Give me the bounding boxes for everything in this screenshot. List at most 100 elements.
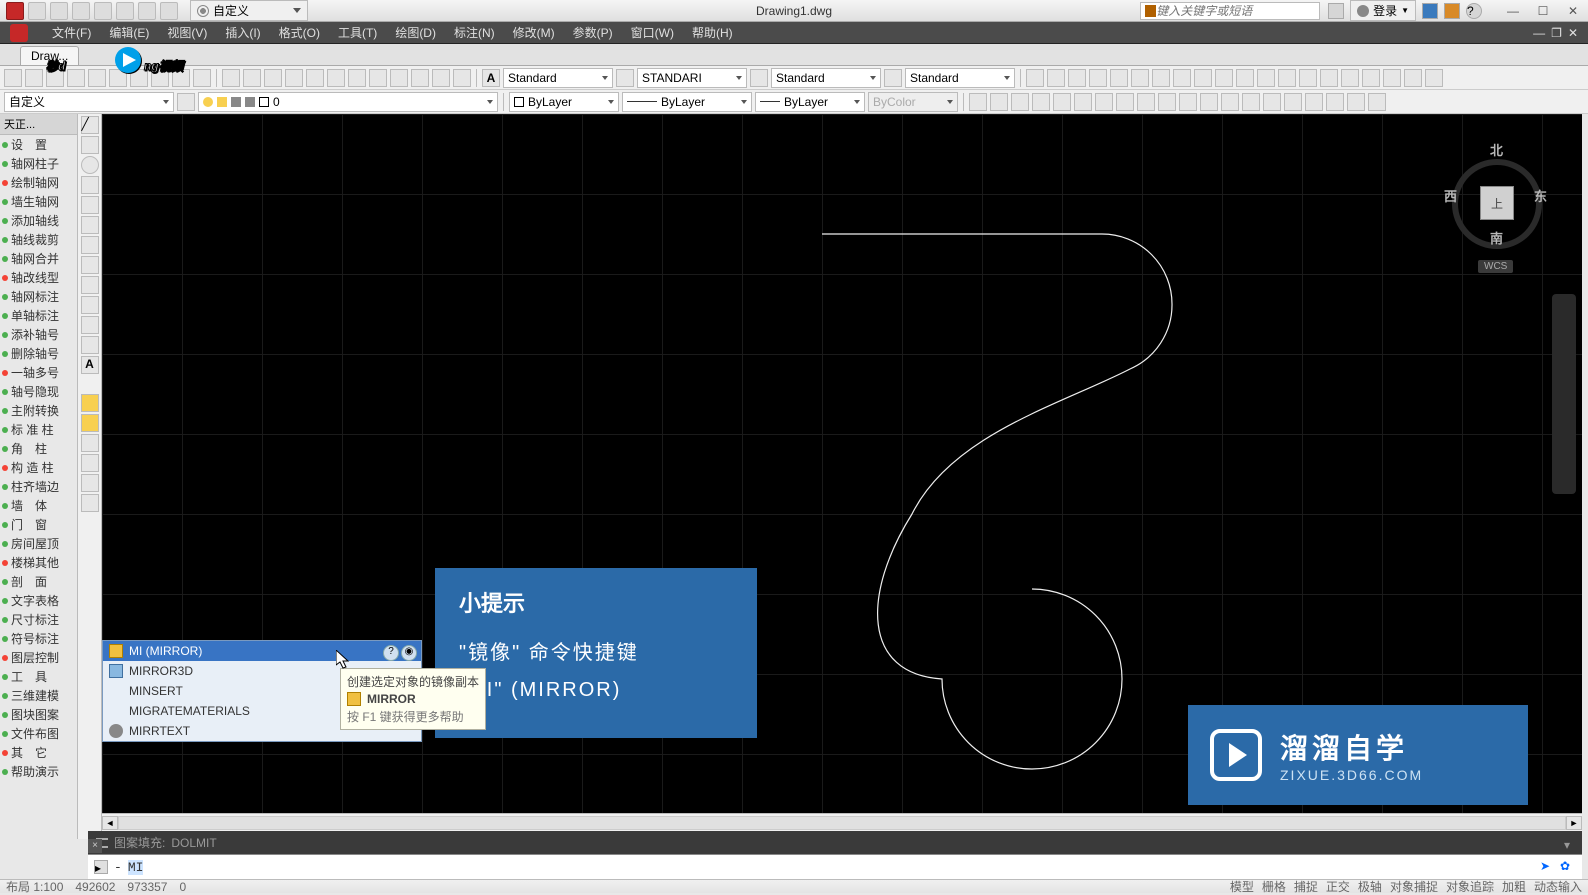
status-toggle[interactable]: 极轴 (1358, 878, 1382, 895)
tool-icon[interactable] (222, 69, 240, 87)
tool-icon[interactable] (172, 69, 190, 87)
point-tool[interactable] (81, 336, 99, 354)
infocenter-icon[interactable] (1328, 3, 1344, 19)
sidebar-item[interactable]: 墙 体 (0, 496, 77, 515)
minimize-button[interactable]: — (1498, 2, 1528, 20)
sidebar-item[interactable]: 构 造 柱 (0, 458, 77, 477)
sidebar-item[interactable]: 标 准 柱 (0, 420, 77, 439)
command-arrow-icon[interactable]: ➤ (1540, 859, 1556, 875)
drawing-tab[interactable]: Draw... (20, 46, 79, 65)
sidebar-item[interactable]: 添加轴线 (0, 211, 77, 230)
open-button[interactable] (50, 2, 68, 20)
dim-tool-icon[interactable] (1299, 69, 1317, 87)
table-tool[interactable] (81, 316, 99, 334)
help-search-box[interactable] (1140, 2, 1320, 20)
ellipse-tool[interactable] (81, 236, 99, 254)
dim-tool-icon[interactable] (1194, 69, 1212, 87)
status-toggle[interactable]: 对象追踪 (1446, 878, 1494, 895)
mod-tool-icon[interactable] (1368, 93, 1386, 111)
dim-style-dropdown[interactable]: STANDARI (637, 68, 747, 88)
dim-tool-icon[interactable] (1341, 69, 1359, 87)
dim-tool-icon[interactable] (1425, 69, 1443, 87)
sidebar-item[interactable]: 角 柱 (0, 439, 77, 458)
status-toggle[interactable]: 加粗 (1502, 878, 1526, 895)
tool-icon[interactable] (151, 69, 169, 87)
canvas-hscrollbar[interactable]: ◄ ► (102, 813, 1582, 831)
tool-icon[interactable] (88, 69, 106, 87)
mod-tool-icon[interactable] (1347, 93, 1365, 111)
sidebar-item[interactable]: 楼梯其他 (0, 553, 77, 572)
menu-edit[interactable]: 编辑(E) (109, 24, 149, 41)
sidebar-item[interactable]: 设 置 (0, 135, 77, 154)
mod-tool-icon[interactable] (1158, 93, 1176, 111)
tool-icon[interactable] (348, 69, 366, 87)
menu-parametric[interactable]: 参数(P) (573, 24, 613, 41)
scroll-right-button[interactable]: ► (1566, 816, 1582, 830)
arc-tool[interactable] (81, 176, 99, 194)
sidebar-item[interactable]: 门 窗 (0, 515, 77, 534)
scroll-left-button[interactable]: ◄ (102, 816, 118, 830)
ac-globe-icon[interactable]: ◉ (401, 645, 417, 661)
menu-insert[interactable]: 插入(I) (225, 24, 260, 41)
tool-icon[interactable] (67, 69, 85, 87)
dim-tool-icon[interactable] (1236, 69, 1254, 87)
table-style-dropdown[interactable]: Standard (771, 68, 881, 88)
status-toggle[interactable]: 捕捉 (1294, 878, 1318, 895)
dim-tool-icon[interactable] (1110, 69, 1128, 87)
tool-icon[interactable] (453, 69, 471, 87)
status-toggle[interactable]: 正交 (1326, 878, 1350, 895)
signin-button[interactable]: 登录 ▼ (1350, 0, 1416, 21)
tool-icon[interactable] (193, 69, 211, 87)
stayconnected-icon[interactable] (1444, 3, 1460, 19)
mleader-style-icon[interactable] (884, 69, 902, 87)
sidebar-item[interactable]: 绘制轴网 (0, 173, 77, 192)
tool-icon[interactable] (369, 69, 387, 87)
sidebar-item[interactable]: 添补轴号 (0, 325, 77, 344)
mod-tool-icon[interactable] (1074, 93, 1092, 111)
menu-file[interactable]: 文件(F) (52, 24, 91, 41)
doc-minimize[interactable]: — (1533, 26, 1545, 40)
tool-icon[interactable] (390, 69, 408, 87)
dim-tool-icon[interactable] (1131, 69, 1149, 87)
tool-icon[interactable] (46, 69, 64, 87)
sidebar-item[interactable]: 图层控制 (0, 648, 77, 667)
dim-style-icon[interactable] (616, 69, 634, 87)
dim-tool-icon[interactable] (1089, 69, 1107, 87)
mod-tool-icon[interactable] (969, 93, 987, 111)
sidebar-item[interactable]: 符号标注 (0, 629, 77, 648)
mod-tool-icon[interactable] (1053, 93, 1071, 111)
linetype-dropdown[interactable]: ByLayer (622, 92, 752, 112)
close-button[interactable]: ✕ (1558, 2, 1588, 20)
sidebar-item[interactable]: 工 具 (0, 667, 77, 686)
dim-tool-icon[interactable] (1152, 69, 1170, 87)
navigation-bar[interactable] (1552, 294, 1576, 494)
dim-tool-icon[interactable] (1026, 69, 1044, 87)
tool-icon[interactable] (411, 69, 429, 87)
autocomplete-item[interactable]: MI (MIRROR) (103, 641, 421, 661)
maximize-button[interactable]: ☐ (1528, 2, 1558, 20)
color-dropdown[interactable]: ByLayer (509, 92, 619, 112)
sidebar-item[interactable]: 一轴多号 (0, 363, 77, 382)
dim-tool-icon[interactable] (1278, 69, 1296, 87)
dim-tool-icon[interactable] (1362, 69, 1380, 87)
sidebar-item[interactable]: 单轴标注 (0, 306, 77, 325)
menu-tools[interactable]: 工具(T) (338, 24, 377, 41)
mod-tool-icon[interactable] (1263, 93, 1281, 111)
lightbulb-tool[interactable] (81, 394, 99, 412)
circle-tool[interactable] (81, 156, 99, 174)
sidebar-item[interactable]: 文字表格 (0, 591, 77, 610)
layer-dropdown[interactable]: 0 (198, 92, 498, 112)
menu-view[interactable]: 视图(V) (167, 24, 207, 41)
status-toggle[interactable]: 动态输入 (1534, 878, 1582, 895)
doc-close[interactable]: ✕ (1568, 26, 1578, 40)
tool-icon[interactable] (130, 69, 148, 87)
workspace-dd2[interactable]: 自定义 (4, 92, 174, 112)
pline-tool[interactable] (81, 136, 99, 154)
dim-tool-icon[interactable] (1173, 69, 1191, 87)
command-input-row[interactable]: ▸ - MI ➤ ✿ (88, 854, 1582, 879)
sidebar-item[interactable]: 轴网柱子 (0, 154, 77, 173)
mod-tool-icon[interactable] (1326, 93, 1344, 111)
table-style-icon[interactable] (750, 69, 768, 87)
tool-icon[interactable] (432, 69, 450, 87)
tool-icon[interactable] (306, 69, 324, 87)
